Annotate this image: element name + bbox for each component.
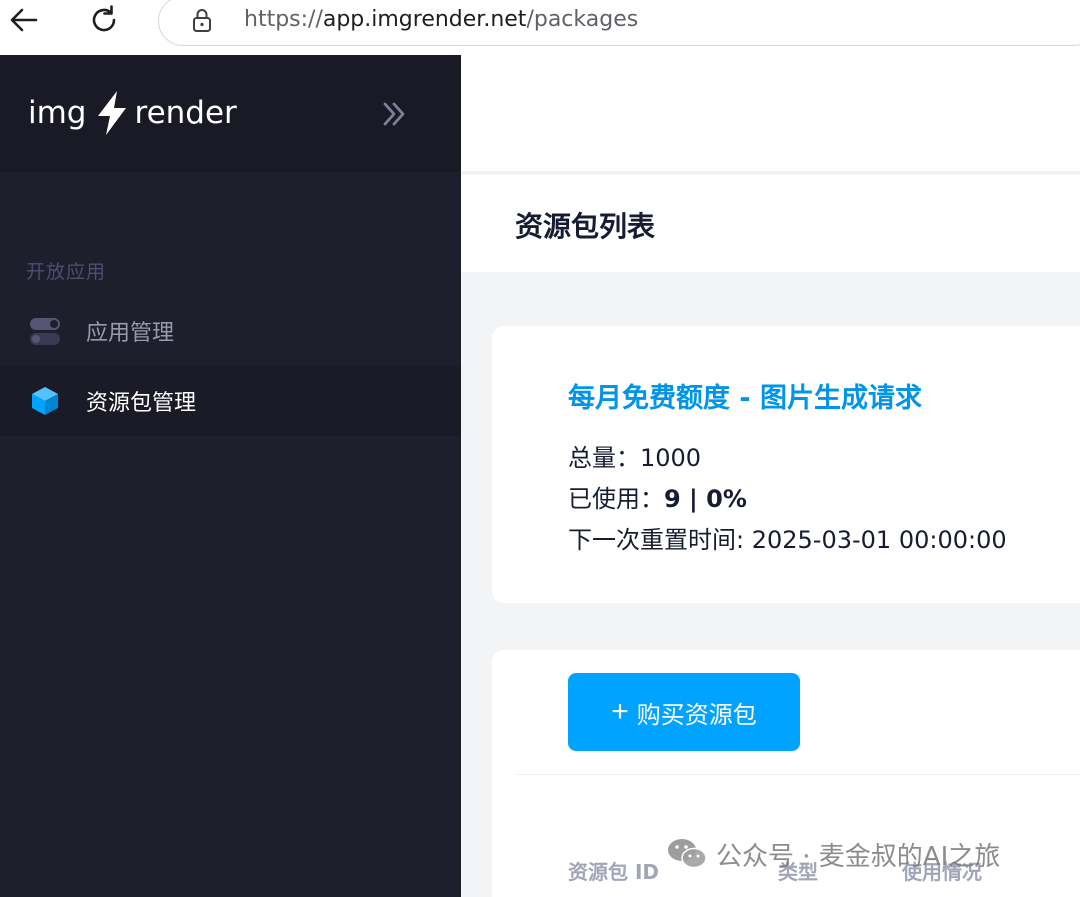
sidebar-item-label: 应用管理 xyxy=(86,321,175,346)
quota-reset-value: 2025-03-01 00:00:00 xyxy=(751,526,1007,554)
browser-toolbar: https://app.imgrender.net/packages xyxy=(0,0,1080,55)
quota-card: 每月免费额度 - 图片生成请求 总量：1000 已使用：9 | 0% 下一次重置… xyxy=(492,326,1080,603)
sidebar-header: img render xyxy=(0,55,461,172)
divider xyxy=(516,774,1080,775)
quota-used-label: 已使用： xyxy=(568,485,664,513)
quota-total-value: 1000 xyxy=(640,444,702,472)
top-header xyxy=(461,55,1080,173)
reload-icon[interactable] xyxy=(86,4,122,36)
buy-package-button[interactable]: + 购买资源包 xyxy=(568,673,800,751)
quota-title: 每月免费额度 - 图片生成请求 xyxy=(568,383,923,414)
plus-icon: + xyxy=(611,695,629,728)
watermark-text: 公众号 · 麦金叔的AI之旅 xyxy=(716,841,1001,872)
toggle-icon xyxy=(30,318,60,345)
lightning-bolt-icon xyxy=(97,91,126,135)
logo-text-left: img xyxy=(28,95,87,131)
watermark: 公众号 · 麦金叔的AI之旅 xyxy=(666,832,1000,876)
url-text[interactable]: https://app.imgrender.net/packages xyxy=(244,4,638,36)
lock-icon xyxy=(193,9,211,32)
quota-used-value: 9 | 0% xyxy=(664,485,747,513)
quota-reset-label: 下一次重置时间: xyxy=(568,526,752,554)
url-scheme: https:// xyxy=(244,7,323,32)
buy-package-label: 购买资源包 xyxy=(636,701,757,729)
back-arrow-icon[interactable] xyxy=(6,4,42,36)
cube-icon xyxy=(32,387,58,415)
page-toolbar: 资源包列表 xyxy=(461,175,1080,272)
page-title: 资源包列表 xyxy=(515,210,656,243)
quota-used: 已使用：9 | 0% xyxy=(568,479,747,514)
sidebar-item-apps[interactable]: 应用管理 xyxy=(0,296,461,366)
url-path: /packages xyxy=(526,7,639,32)
double-chevron-right-icon[interactable] xyxy=(380,99,410,129)
quota-total-label: 总量： xyxy=(568,444,640,472)
wechat-icon xyxy=(668,839,707,869)
url-host: app.imgrender.net xyxy=(322,7,527,32)
sidebar-item-label: 资源包管理 xyxy=(86,391,197,416)
quota-reset: 下一次重置时间: 2025-03-01 00:00:00 xyxy=(568,520,1007,555)
logo-text-right: render xyxy=(134,95,237,131)
section-label: 开放应用 xyxy=(26,261,107,283)
column-header-id[interactable]: 资源包 ID xyxy=(568,856,659,885)
quota-total: 总量：1000 xyxy=(568,438,701,473)
sidebar-item-packages[interactable]: 资源包管理 xyxy=(0,366,461,436)
logo[interactable]: img render xyxy=(28,91,237,135)
sidebar: img render 开放应用 应用管理 资源包管理 xyxy=(0,55,461,897)
